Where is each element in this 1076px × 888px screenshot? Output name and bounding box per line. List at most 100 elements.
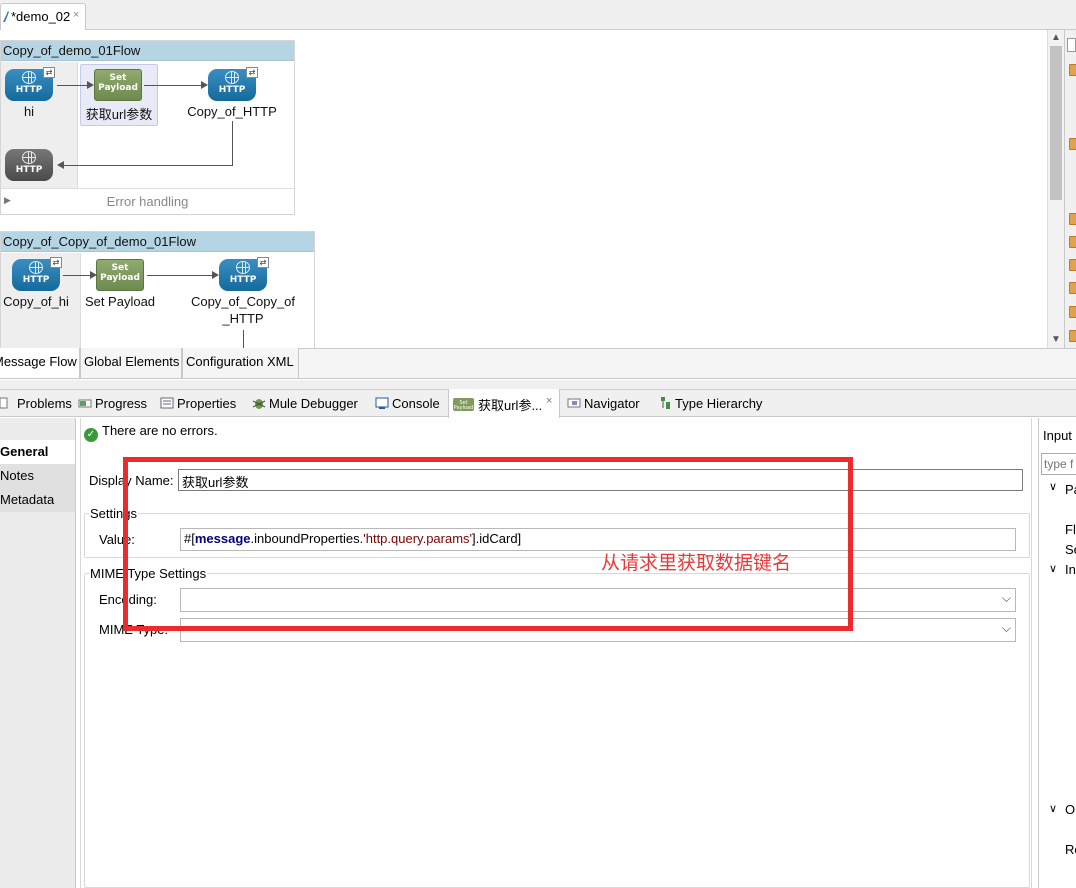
status-text: There are no errors. xyxy=(102,423,218,438)
properties-icon xyxy=(160,397,174,409)
exchange-badge-icon: ⇄ xyxy=(50,257,62,268)
flow-title: Copy_of_Copy_of_demo_01Flow xyxy=(3,234,196,249)
status-line: ✓ There are no errors. xyxy=(84,423,218,442)
tab-configuration-xml[interactable]: Configuration XML xyxy=(182,348,299,379)
tab-set-payload-properties[interactable]: Set Payload 获取url参... × xyxy=(448,389,560,418)
error-handling-label[interactable]: Error handling xyxy=(1,194,294,209)
flow-title: Copy_of_demo_01Flow xyxy=(3,43,141,58)
close-icon[interactable]: × xyxy=(73,9,79,21)
progress-icon xyxy=(78,397,92,409)
editor-bottom-tabs: Message Flow Global Elements Configurati… xyxy=(0,348,1076,379)
view-tab-bar: Problems Progress Properties Mule Debugg… xyxy=(0,389,1076,418)
http-request-icon[interactable]: HTTP ⇄ xyxy=(208,67,258,101)
tree-item-record[interactable]: Re xyxy=(1065,842,1076,857)
palette-item-icon[interactable] xyxy=(1069,330,1076,342)
scroll-thumb[interactable] xyxy=(1050,46,1062,200)
svg-text:Payload: Payload xyxy=(454,405,474,411)
properties-nav: General Notes Metadata xyxy=(0,418,76,888)
http-listener-icon[interactable]: HTTP ⇄ xyxy=(12,257,62,291)
connector xyxy=(144,85,201,86)
tab-message-flow[interactable]: Message Flow xyxy=(0,348,80,379)
flow-canvas[interactable]: Copy_of_demo_01Flow HTTP ⇄ hi Set Payloa… xyxy=(0,30,1047,348)
connector xyxy=(63,275,90,276)
tab-global-elements[interactable]: Global Elements xyxy=(80,348,182,379)
connector xyxy=(63,165,233,166)
exchange-badge-icon: ⇄ xyxy=(246,67,258,78)
hierarchy-icon xyxy=(658,397,672,409)
mule-file-icon xyxy=(2,10,10,23)
exchange-badge-icon: ⇄ xyxy=(257,257,269,268)
tree-item-inbound[interactable]: In xyxy=(1065,562,1076,577)
node-label-copy-of-http: Copy_of_HTTP xyxy=(187,104,277,119)
arrow-icon xyxy=(87,81,94,89)
tab-properties[interactable]: Properties xyxy=(160,390,236,418)
flow-header[interactable]: Copy_of_demo_01Flow xyxy=(1,41,294,61)
arrow-icon xyxy=(212,271,219,279)
connector xyxy=(232,121,233,165)
flow-header[interactable]: Copy_of_Copy_of_demo_01Flow xyxy=(1,232,314,252)
palette-search-box[interactable] xyxy=(1067,38,1076,52)
palette-item-icon[interactable] xyxy=(1069,259,1076,271)
palette-item-icon[interactable] xyxy=(1069,213,1076,225)
scroll-down-icon[interactable]: ▼ xyxy=(1048,332,1064,348)
canvas-vertical-scrollbar[interactable]: ▲ ▼ xyxy=(1047,30,1064,348)
problems-icon xyxy=(0,397,14,409)
node-label-http-suffix: _HTTP xyxy=(222,311,264,326)
node-label-set-payload: Set Payload xyxy=(84,294,156,309)
http-listener-icon[interactable]: HTTP ⇄ xyxy=(5,67,55,101)
connector xyxy=(57,85,87,86)
chevron-down-icon: ⌵ xyxy=(1001,621,1011,635)
nav-notes[interactable]: Notes xyxy=(0,464,75,488)
editor-tab-title: *demo_02 xyxy=(11,9,71,24)
input-panel-title[interactable]: Input xyxy=(1043,428,1072,443)
palette-item-icon[interactable] xyxy=(1069,138,1076,150)
tree-item-payload[interactable]: Pa xyxy=(1065,482,1076,497)
bug-icon xyxy=(252,397,266,409)
check-icon: ✓ xyxy=(84,428,98,442)
chevron-down-icon[interactable]: ∨ xyxy=(1049,562,1057,575)
tree-item-flow[interactable]: Fl xyxy=(1065,522,1076,537)
palette-item-icon[interactable] xyxy=(1069,236,1076,248)
annotation-text: 从请求里获取数据键名 xyxy=(601,552,792,574)
node-label-copy-of-hi: Copy_of_hi xyxy=(3,294,69,309)
tab-progress[interactable]: Progress xyxy=(78,390,147,418)
tab-console[interactable]: Console xyxy=(375,390,440,418)
tree-item-session[interactable]: Se xyxy=(1065,542,1076,557)
chevron-down-icon[interactable]: ∨ xyxy=(1049,802,1057,815)
nav-general[interactable]: General xyxy=(0,440,75,464)
editor-tab-bar xyxy=(0,0,1076,30)
set-payload-small-icon: Set Payload xyxy=(453,398,475,411)
flow-container-1[interactable]: Copy_of_demo_01Flow HTTP ⇄ hi Set Payloa… xyxy=(0,40,295,215)
chevron-down-icon: ⌵ xyxy=(1001,591,1011,605)
set-payload-icon[interactable]: Set Payload xyxy=(94,69,142,101)
arrow-icon xyxy=(90,271,97,279)
scroll-up-icon[interactable]: ▲ xyxy=(1048,30,1064,46)
console-icon xyxy=(375,397,389,409)
editor-tab-demo-02[interactable]: *demo_02 × xyxy=(0,3,86,30)
input-metadata-panel: Input ∨ Pa Fl Se ∨ In ∨ O Re xyxy=(1038,418,1076,888)
palette-item-icon[interactable] xyxy=(1069,282,1076,294)
set-payload-icon[interactable]: Set Payload xyxy=(96,259,144,291)
palette-item-icon[interactable] xyxy=(1069,306,1076,318)
tab-navigator[interactable]: Navigator xyxy=(567,390,640,418)
http-request-icon[interactable]: HTTP ⇄ xyxy=(219,257,269,291)
tab-problems[interactable]: Problems xyxy=(0,390,72,418)
node-label-hi: hi xyxy=(23,104,35,119)
close-icon[interactable]: × xyxy=(546,395,552,407)
nav-metadata[interactable]: Metadata xyxy=(0,488,75,512)
chevron-down-icon[interactable]: ∨ xyxy=(1049,480,1057,493)
http-response-icon[interactable]: HTTP xyxy=(5,149,53,181)
tree-item-outbound[interactable]: O xyxy=(1065,802,1075,817)
connector xyxy=(147,275,212,276)
tab-type-hierarchy[interactable]: Type Hierarchy xyxy=(658,390,762,418)
palette-item-icon[interactable] xyxy=(1069,64,1076,76)
exchange-badge-icon: ⇄ xyxy=(43,67,55,78)
navigator-icon xyxy=(567,397,581,409)
arrow-icon xyxy=(57,161,64,169)
flow-container-2[interactable]: Copy_of_Copy_of_demo_01Flow HTTP ⇄ Copy_… xyxy=(0,231,315,348)
node-label-set-payload: 获取url参数 xyxy=(85,107,153,122)
type-filter-input[interactable] xyxy=(1041,453,1076,475)
tab-mule-debugger[interactable]: Mule Debugger xyxy=(252,390,358,418)
node-label-copy-of-copy-of-http: Copy_of_Copy_of xyxy=(190,294,296,309)
annotation-highlight-box xyxy=(123,457,853,631)
